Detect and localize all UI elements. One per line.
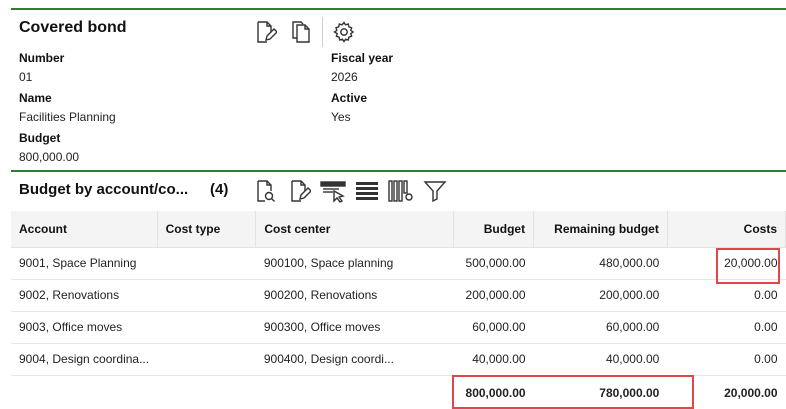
number-value: 01	[19, 70, 33, 84]
cell-cost-center: 900100, Space planning	[255, 247, 454, 280]
column-header-remaining-budget[interactable]: Remaining budget	[533, 211, 668, 248]
cell-remaining-budget: 480,000.00	[533, 247, 668, 280]
cell-remaining-budget: 40,000.00	[533, 343, 668, 376]
copy-document-icon[interactable]	[288, 19, 314, 45]
header-divider	[11, 8, 786, 10]
cell-account: 9003, Office moves	[11, 311, 158, 344]
column-header-cost-type[interactable]: Cost type	[157, 211, 257, 248]
cell-cost-type	[157, 311, 256, 344]
grid-toolbar	[252, 178, 456, 204]
cell-budget: 40,000.00	[453, 343, 534, 376]
cell-cost-center: 900200, Renovations	[255, 279, 454, 312]
cell-cost-type	[157, 279, 256, 312]
name-value: Facilities Planning	[19, 110, 116, 124]
cell-cost-center: 900300, Office moves	[255, 311, 454, 344]
table-row[interactable]: 9004, Design coordina... 900400, Design …	[11, 343, 786, 376]
record-title: Covered bond	[19, 19, 127, 36]
total-costs: 20,000.00	[667, 374, 786, 409]
active-label: Active	[331, 91, 368, 105]
number-label: Number	[19, 51, 65, 65]
fiscal-year-label: Fiscal year	[331, 51, 394, 65]
cell-costs: 20,000.00	[667, 247, 786, 280]
totals-spacer	[11, 374, 158, 409]
grid-title: Budget by account/co...	[19, 181, 189, 198]
column-header-budget[interactable]: Budget	[453, 211, 535, 248]
cell-costs: 0.00	[667, 311, 786, 344]
totals-row: 800,000.00 780,000.00 20,000.00	[11, 374, 786, 409]
total-budget: 800,000.00	[453, 374, 534, 409]
active-value: Yes	[331, 110, 351, 124]
grid-header-row: Account Cost type Cost center Budget Rem…	[11, 211, 786, 248]
cell-remaining-budget: 200,000.00	[533, 279, 668, 312]
cell-budget: 60,000.00	[453, 311, 534, 344]
fiscal-year-value: 2026	[331, 70, 358, 84]
toolbar-separator	[322, 17, 323, 47]
cell-account: 9001, Space Planning	[11, 247, 158, 280]
cell-budget: 500,000.00	[453, 247, 534, 280]
settings-gear-icon[interactable]	[331, 19, 357, 45]
cell-remaining-budget: 60,000.00	[533, 311, 668, 344]
totals-spacer	[157, 374, 256, 409]
cell-cost-type	[157, 247, 256, 280]
cell-costs: 0.00	[667, 279, 786, 312]
column-header-account[interactable]: Account	[11, 211, 158, 248]
funnel-filter-icon[interactable]	[422, 178, 448, 204]
section-divider	[11, 170, 786, 172]
budget-label: Budget	[19, 131, 61, 145]
column-header-costs[interactable]: Costs	[667, 211, 786, 248]
budget-grid: Account Cost type Cost center Budget Rem…	[11, 211, 786, 409]
column-header-cost-center[interactable]: Cost center	[255, 211, 455, 248]
cell-budget: 200,000.00	[453, 279, 534, 312]
cell-account: 9002, Renovations	[11, 279, 158, 312]
filter-selection-icon[interactable]	[320, 178, 346, 204]
rows-list-icon[interactable]	[354, 178, 380, 204]
cell-cost-center: 900400, Design coordi...	[255, 343, 454, 376]
edit-document-icon[interactable]	[252, 19, 278, 45]
cell-cost-type	[157, 343, 256, 376]
name-label: Name	[19, 91, 52, 105]
table-row[interactable]: 9003, Office moves 900300, Office moves …	[11, 311, 786, 344]
cell-costs: 0.00	[667, 343, 786, 376]
budget-value: 800,000.00	[19, 150, 80, 164]
total-remaining-budget: 780,000.00	[533, 374, 668, 409]
totals-spacer	[255, 374, 454, 409]
cell-account: 9004, Design coordina...	[11, 343, 158, 376]
table-row[interactable]: 9001, Space Planning 900100, Space plann…	[11, 247, 786, 280]
table-row[interactable]: 9002, Renovations 900200, Renovations 20…	[11, 279, 786, 312]
grid-count: (4)	[210, 181, 229, 198]
record-toolbar	[252, 17, 367, 47]
search-document-icon[interactable]	[252, 178, 278, 204]
edit-document-icon[interactable]	[286, 178, 312, 204]
column-settings-icon[interactable]	[388, 178, 414, 204]
